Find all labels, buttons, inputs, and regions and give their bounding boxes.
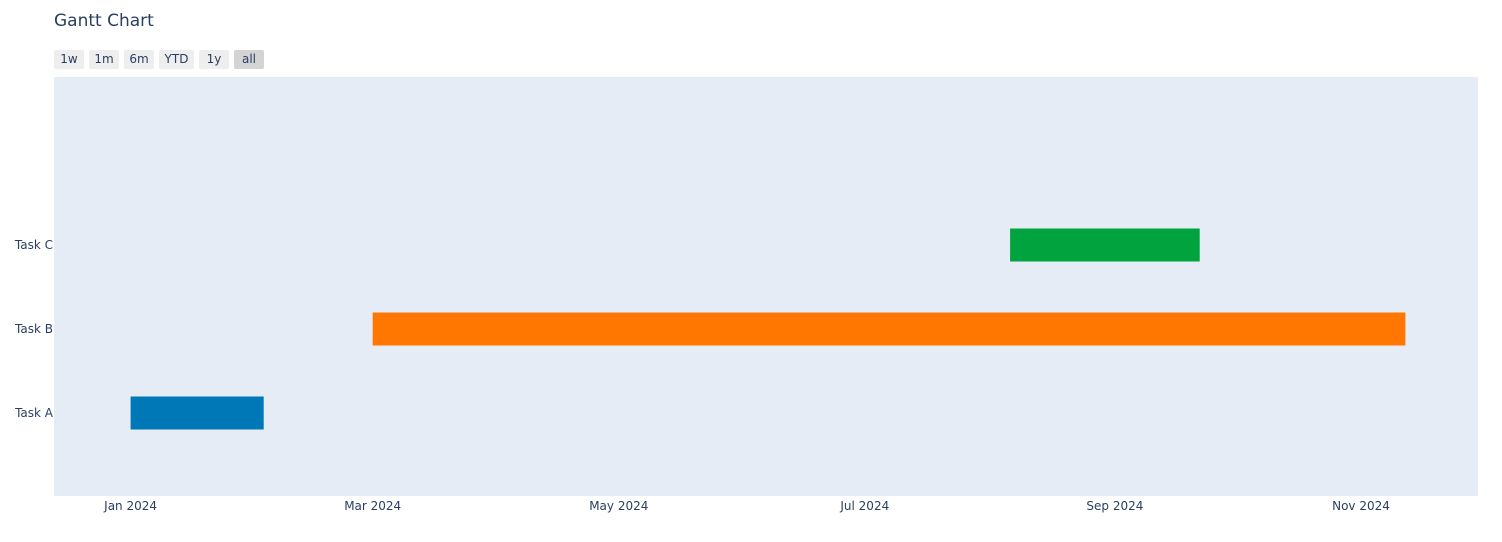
x-tick-label: Jul 2024 — [839, 499, 889, 513]
x-tick-label: Jan 2024 — [103, 499, 157, 513]
y-tick-label: Task B — [14, 322, 53, 336]
plot-area[interactable] — [54, 77, 1478, 496]
y-axis-labels: Task A Task B Task C — [14, 238, 54, 420]
x-tick-label: Mar 2024 — [344, 499, 401, 513]
x-tick-label: Sep 2024 — [1086, 499, 1143, 513]
gantt-chart: Task A Task B Task C Jan 2024 Mar 2024 May 2… — [14, 77, 1478, 513]
y-tick-label: Task A — [14, 406, 54, 420]
y-tick-label: Task C — [14, 238, 53, 252]
task-bar-task-a[interactable] — [130, 396, 264, 430]
x-tick-label: Nov 2024 — [1332, 499, 1390, 513]
x-axis-labels: Jan 2024 Mar 2024 May 2024 Jul 2024 Sep 2024… — [103, 499, 1390, 513]
task-bar-task-c[interactable] — [1010, 228, 1200, 262]
task-bar-task-b[interactable] — [372, 312, 1406, 346]
x-tick-label: May 2024 — [589, 499, 648, 513]
